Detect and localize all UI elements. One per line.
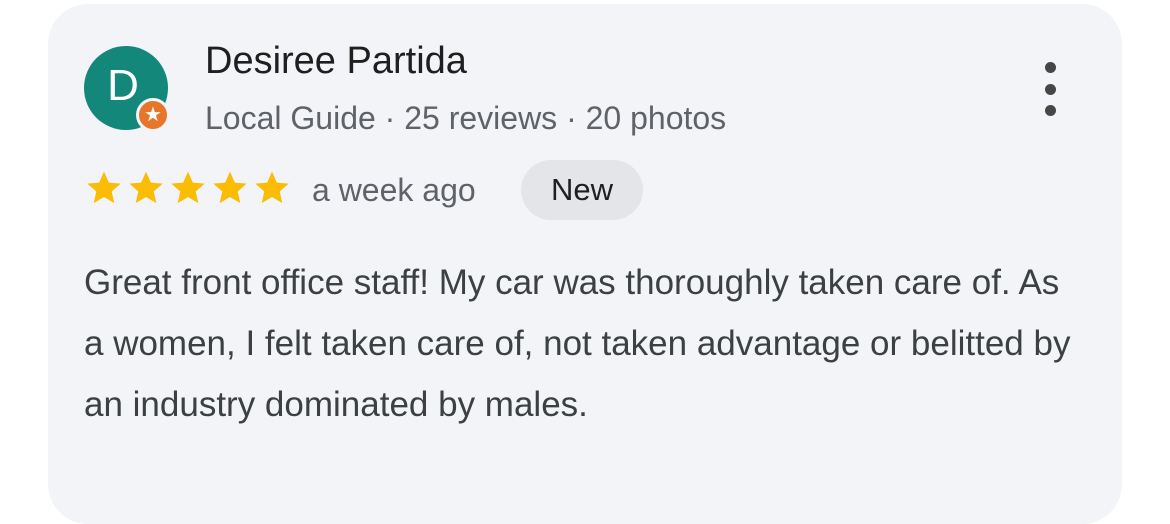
menu-dot [1044,62,1056,73]
star-icon [84,168,124,208]
review-time: a week ago [312,172,476,208]
star-icon [126,168,166,208]
local-guide-badge-icon: ★ [136,98,170,132]
reviewer-meta: Local Guide · 25 reviews · 20 photos [205,100,727,136]
review-text: Great front office staff! My car was tho… [84,263,1071,424]
reviewer-name[interactable]: Desiree Partida [205,40,467,83]
new-badge: New [521,160,643,220]
avatar-initial: D [107,61,139,110]
menu-dot [1044,83,1056,95]
star-icon [168,168,208,208]
star-rating [84,168,292,208]
star-icon [210,168,250,208]
star-icon [252,168,292,208]
more-vert-icon[interactable] [1030,62,1070,116]
menu-dot [1044,105,1056,116]
